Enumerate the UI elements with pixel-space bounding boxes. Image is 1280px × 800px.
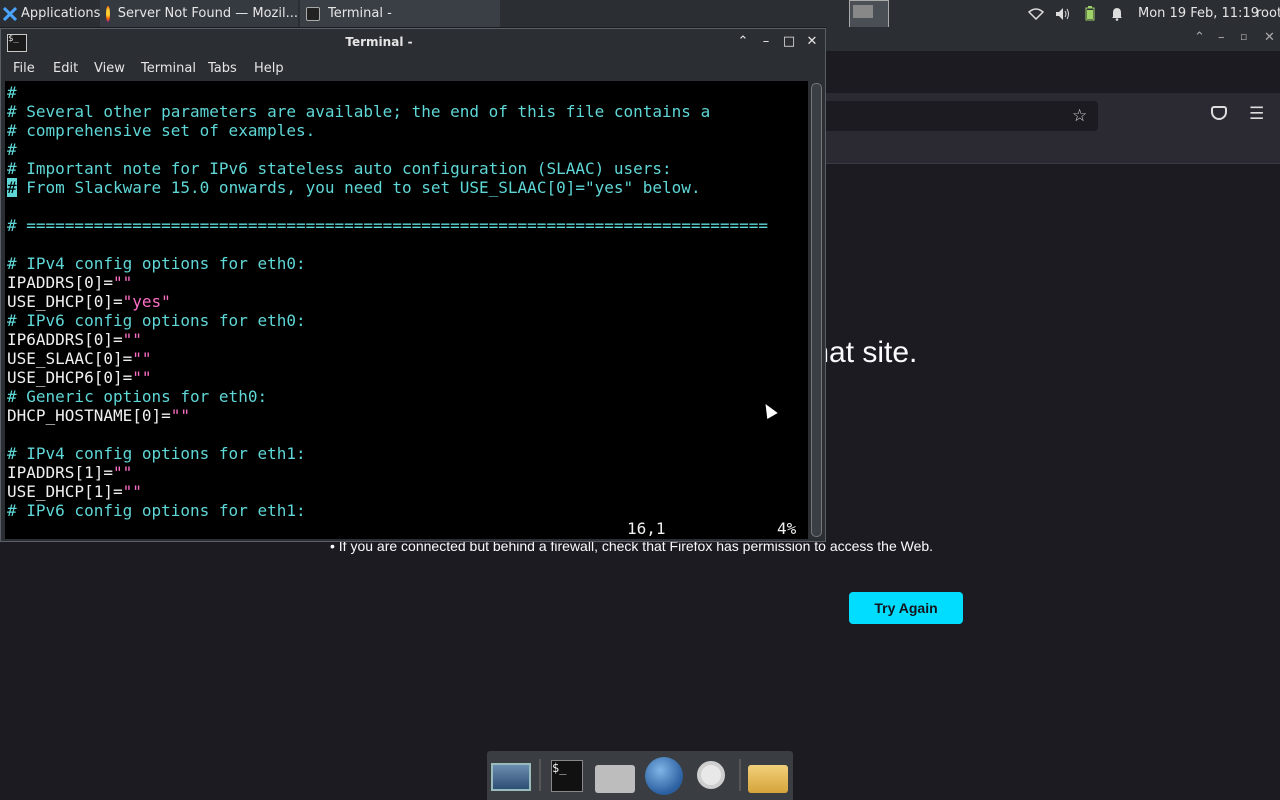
terminal-line: #	[7, 140, 17, 159]
menu-help[interactable]: Help	[254, 61, 284, 76]
menu-terminal[interactable]: Terminal	[141, 61, 196, 76]
workspace-preview	[853, 5, 873, 18]
applications-label: Applications	[21, 6, 101, 21]
menu-view[interactable]: View	[94, 61, 125, 76]
terminal-line: # comprehensive set of examples.	[7, 121, 316, 140]
terminal-line: # IPv6 config options for eth1:	[7, 501, 306, 520]
terminal-window: $_ Terminal - ⌃ – □ ✕ File Edit View Ter…	[0, 28, 826, 542]
terminal-line: # IPv4 config options for eth0:	[7, 254, 306, 273]
applications-menu[interactable]: Applications	[0, 0, 100, 27]
terminal-line: USE_DHCP[0]="yes"	[7, 292, 171, 311]
menu-tabs[interactable]: Tabs	[208, 61, 237, 76]
firefox-titlebar: ⌃ – ▫ ✕	[826, 27, 1280, 51]
volume-icon[interactable]	[1054, 7, 1072, 21]
terminal-line: #	[7, 83, 17, 102]
terminal-line: # From Slackware 15.0 onwards, you need …	[7, 178, 701, 197]
window-title: Terminal -	[345, 35, 413, 49]
terminal-line: IP6ADDRS[0]=""	[7, 330, 142, 349]
terminal-titlebar[interactable]: $_ Terminal - ⌃ – □ ✕	[1, 29, 825, 57]
home-folder-icon[interactable]	[595, 765, 635, 793]
xfce-logo-icon	[3, 6, 17, 21]
scrollbar-thumb[interactable]	[811, 83, 822, 537]
terminal-line: # IPv6 config options for eth0:	[7, 311, 306, 330]
menu-edit[interactable]: Edit	[53, 61, 78, 76]
terminal-line: DHCP_HOSTNAME[0]=""	[7, 406, 191, 425]
menu-file[interactable]: File	[13, 61, 35, 76]
dock-separator	[739, 759, 741, 791]
search-icon[interactable]	[697, 761, 725, 789]
firefox-icon	[106, 5, 110, 22]
maximize-icon[interactable]: □	[781, 34, 797, 50]
cursor-position: 16,1	[627, 519, 666, 538]
terminal-line: IPADDRS[0]=""	[7, 273, 133, 292]
maximize-icon[interactable]: ▫	[1240, 30, 1247, 43]
hamburger-menu-icon[interactable]: ☰	[1249, 104, 1264, 124]
taskbar-item-terminal[interactable]: Terminal -	[300, 0, 500, 27]
clock[interactable]: Mon 19 Feb, 11:19	[1138, 0, 1259, 27]
scroll-percent: 4%	[777, 519, 797, 538]
terminal-icon	[306, 6, 320, 21]
terminal-icon[interactable]: $_	[551, 760, 583, 792]
terminal-line: USE_DHCP6[0]=""	[7, 368, 152, 387]
shade-icon[interactable]: ⌃	[735, 34, 751, 50]
taskbar-item-firefox[interactable]: Server Not Found — Mozil...	[100, 0, 298, 27]
url-bar[interactable]	[826, 101, 1098, 131]
terminal-line: # Several other parameters are available…	[7, 102, 711, 121]
dock-separator	[539, 759, 541, 791]
terminal-line: # Generic options for eth0:	[7, 387, 268, 406]
terminal-line: USE_DHCP[1]=""	[7, 482, 142, 501]
user-menu[interactable]: root	[1256, 0, 1280, 27]
minimize-icon[interactable]: –	[1218, 30, 1225, 45]
terminal-line: # IPv4 config options for eth1:	[7, 444, 306, 463]
desktop-icon[interactable]	[491, 763, 531, 791]
system-tray	[1027, 0, 1135, 27]
bell-icon[interactable]	[1108, 7, 1126, 21]
close-icon[interactable]: ✕	[1264, 30, 1275, 45]
firefox-tabstrip	[826, 51, 1280, 93]
wifi-icon[interactable]	[1027, 7, 1045, 21]
terminal-menubar: File Edit View Terminal Tabs Help	[1, 57, 825, 81]
restore-icon[interactable]: ⌃	[1194, 30, 1205, 45]
terminal-line: # Important note for IPv6 stateless auto…	[7, 159, 672, 178]
close-icon[interactable]: ✕	[804, 34, 820, 50]
terminal-line: # ======================================…	[7, 216, 768, 235]
dock: $_	[487, 751, 793, 800]
taskbar-item-label: Server Not Found — Mozil...	[117, 6, 298, 21]
text-cursor: #	[7, 178, 17, 197]
workspace-switcher[interactable]	[849, 0, 889, 29]
battery-icon[interactable]	[1081, 6, 1099, 21]
bookmarks-toolbar	[826, 137, 1280, 164]
terminal-screen[interactable]: # # Several other parameters are availabl…	[5, 81, 808, 539]
terminal-scrollbar[interactable]	[808, 81, 824, 539]
error-heading: that site.	[826, 336, 918, 369]
terminal-line: IPADDRS[1]=""	[7, 463, 133, 482]
try-again-button[interactable]: Try Again	[849, 592, 963, 624]
folder-icon[interactable]	[748, 765, 788, 793]
minimize-icon[interactable]: –	[758, 34, 774, 50]
web-browser-icon[interactable]	[645, 757, 683, 795]
taskbar-item-label: Terminal -	[328, 6, 392, 21]
terminal-line: USE_SLAAC[0]=""	[7, 349, 152, 368]
bookmark-star-icon[interactable]: ☆	[1072, 106, 1087, 126]
top-panel: Applications Server Not Found — Mozil...…	[0, 0, 1280, 29]
